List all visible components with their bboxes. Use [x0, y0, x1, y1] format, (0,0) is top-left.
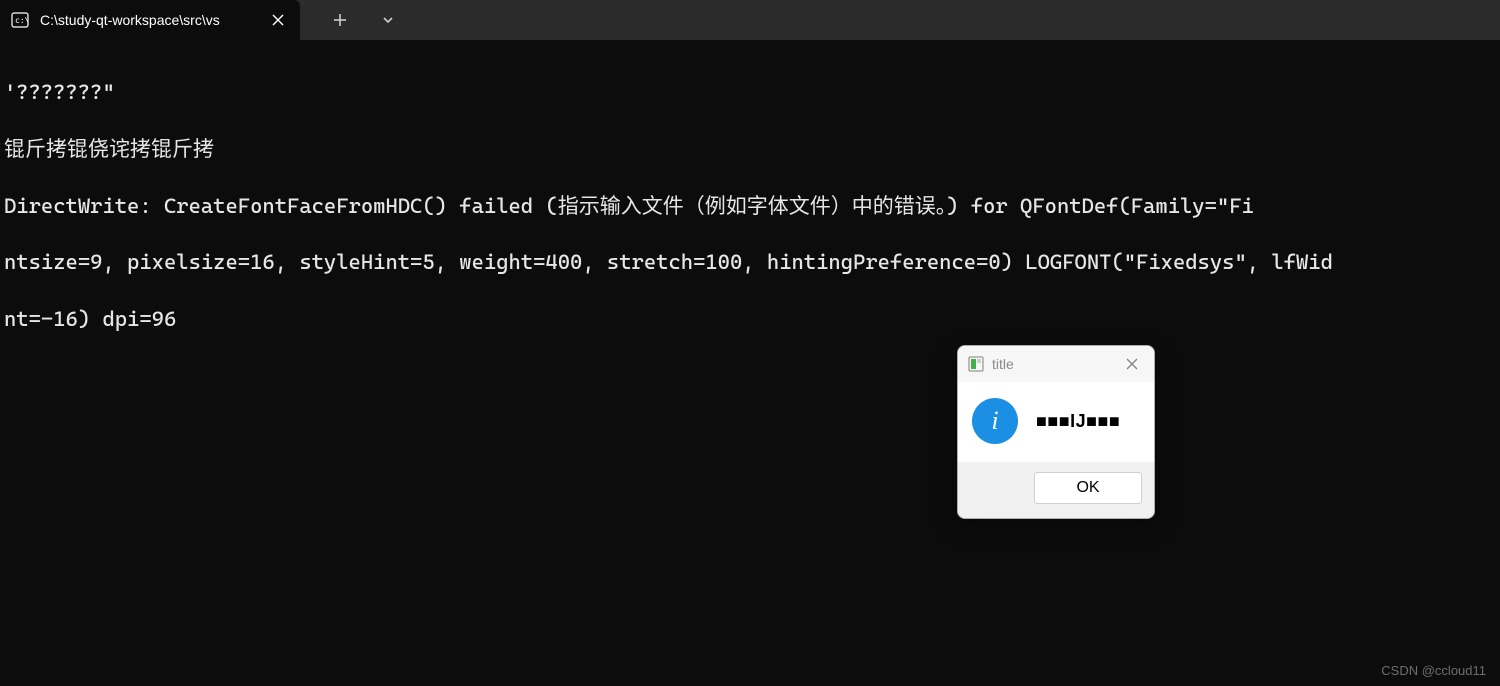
dialog-message: ■■■IJ■■■ — [1036, 411, 1120, 432]
tab-bar: c:\ C:\study-qt-workspace\src\vs — [0, 0, 1500, 40]
dialog-title: title — [992, 356, 1110, 372]
svg-text:c:\: c:\ — [15, 16, 29, 25]
info-icon: i — [972, 398, 1018, 444]
dialog-body: i ■■■IJ■■■ — [958, 382, 1154, 462]
new-tab-button[interactable] — [328, 8, 352, 32]
tab-actions — [328, 0, 400, 40]
active-tab[interactable]: c:\ C:\study-qt-workspace\src\vs — [0, 0, 300, 40]
qt-app-icon — [968, 356, 984, 372]
ok-button[interactable]: OK — [1034, 472, 1142, 504]
dialog-footer: OK — [958, 462, 1154, 518]
terminal-line: nt=-16) dpi=96 — [4, 305, 1496, 333]
message-box: title i ■■■IJ■■■ OK — [957, 345, 1155, 519]
tab-title: C:\study-qt-workspace\src\vs — [40, 12, 258, 28]
tab-close-button[interactable] — [268, 10, 288, 30]
tab-dropdown-button[interactable] — [376, 8, 400, 32]
terminal-icon: c:\ — [10, 10, 30, 30]
watermark: CSDN @ccloud11 — [1381, 663, 1486, 678]
dialog-titlebar[interactable]: title — [958, 346, 1154, 382]
terminal-line: ntsize=9, pixelsize=16, styleHint=5, wei… — [4, 248, 1496, 276]
terminal-output: '???????" 锟斤拷锟侥诧拷锟斤拷 DirectWrite: Create… — [0, 40, 1500, 372]
dialog-close-button[interactable] — [1118, 350, 1146, 378]
terminal-line: '???????" — [4, 78, 1496, 106]
terminal-line: 锟斤拷锟侥诧拷锟斤拷 — [4, 135, 1496, 163]
terminal-line: DirectWrite: CreateFontFaceFromHDC() fai… — [4, 192, 1496, 220]
